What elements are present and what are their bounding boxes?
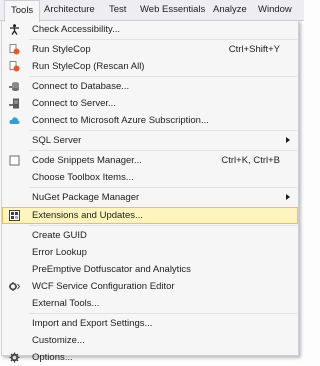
menu-test[interactable]: Test [109, 0, 126, 20]
menu-item-connect-database[interactable]: Connect to Database... [2, 78, 298, 95]
connect-database-icon [9, 82, 19, 91]
menu-item-label: PreEmptive Dotfuscator and Analytics [32, 264, 191, 275]
menu-item-label: Error Lookup [32, 247, 87, 258]
menu-item-nuget-package-manager[interactable]: NuGet Package Manager [2, 189, 298, 206]
menu-item-choose-toolbox-items[interactable]: Choose Toolbox Items... [2, 169, 298, 186]
menu-item-label: Choose Toolbox Items... [32, 172, 134, 183]
menu-bar: Tools Architecture Test Web Essentials A… [0, 0, 304, 22]
menu-item-label: Options... [32, 352, 73, 363]
menu-item-check-accessibility[interactable]: Check Accessibility... [2, 21, 298, 38]
menu-item-wcf-service-config-editor[interactable]: WCF Service Configuration Editor [2, 278, 298, 295]
menu-separator [29, 313, 297, 314]
stylecop-icon [9, 44, 20, 55]
menu-separator [29, 39, 297, 40]
stylecop-icon [9, 61, 20, 72]
checkbox-icon [9, 155, 20, 166]
menu-item-label: NuGet Package Manager [32, 192, 140, 203]
submenu-arrow-icon [286, 137, 290, 143]
menu-item-label: Check Accessibility... [32, 24, 120, 35]
menu-item-create-guid[interactable]: Create GUID [2, 227, 298, 244]
menu-web-essentials[interactable]: Web Essentials [140, 0, 205, 20]
accessibility-icon [10, 24, 19, 35]
menu-item-import-export-settings[interactable]: Import and Export Settings... [2, 315, 298, 332]
menu-tools[interactable]: Tools [4, 0, 41, 22]
shortcut-text: Ctrl+Shift+Y [228, 44, 280, 55]
extensions-icon [9, 210, 20, 221]
menu-item-label: SQL Server [32, 135, 82, 146]
menu-item-preemptive-dotfuscator[interactable]: PreEmptive Dotfuscator and Analytics [2, 261, 298, 278]
gear-icon [9, 352, 20, 363]
menu-item-label: Connect to Database... [32, 81, 130, 92]
menu-item-label: Import and Export Settings... [32, 318, 153, 329]
menu-item-code-snippets-manager[interactable]: Code Snippets Manager... Ctrl+K, Ctrl+B [2, 152, 298, 169]
menu-item-label: WCF Service Configuration Editor [32, 281, 175, 292]
menu-item-label: Run StyleCop (Rescan All) [32, 61, 145, 72]
menu-item-run-stylecop-rescan[interactable]: Run StyleCop (Rescan All) [2, 58, 298, 75]
menu-item-sql-server[interactable]: SQL Server [2, 132, 298, 149]
menu-item-external-tools[interactable]: External Tools... [2, 295, 298, 312]
menu-item-label: External Tools... [32, 298, 100, 309]
menu-window[interactable]: Window [258, 0, 292, 20]
submenu-arrow-icon [286, 194, 290, 200]
menu-separator [29, 76, 297, 77]
menu-item-label: Code Snippets Manager... [32, 155, 142, 166]
tools-dropdown-menu: Check Accessibility... Run StyleCop Ctrl… [1, 20, 299, 363]
menu-item-customize[interactable]: Customize... [2, 332, 298, 349]
shortcut-text: Ctrl+K, Ctrl+B [221, 155, 280, 166]
menu-item-extensions-and-updates[interactable]: Extensions and Updates... [2, 207, 298, 224]
menu-separator [29, 150, 297, 151]
menu-item-label: Extensions and Updates... [32, 210, 143, 221]
connect-server-icon [9, 98, 19, 109]
menu-architecture[interactable]: Architecture [44, 0, 95, 20]
menu-separator [29, 130, 297, 131]
menu-item-error-lookup[interactable]: Error Lookup [2, 244, 298, 261]
menu-item-label: Run StyleCop [32, 44, 91, 55]
menu-item-label: Connect to Server... [32, 98, 116, 109]
menu-item-label: Customize... [32, 335, 85, 346]
menu-analyze[interactable]: Analyze [213, 0, 247, 20]
menu-item-connect-azure[interactable]: Connect to Microsoft Azure Subscription.… [2, 112, 298, 129]
menu-item-label: Create GUID [32, 230, 87, 241]
menu-item-label: Connect to Microsoft Azure Subscription.… [32, 115, 209, 126]
menu-item-connect-server[interactable]: Connect to Server... [2, 95, 298, 112]
menu-item-options[interactable]: Options... [2, 349, 298, 366]
azure-cloud-icon [9, 117, 20, 124]
menu-separator [29, 187, 297, 188]
wcf-gear-icon [9, 282, 20, 291]
menu-separator [29, 225, 297, 226]
menu-item-run-stylecop[interactable]: Run StyleCop Ctrl+Shift+Y [2, 41, 298, 58]
